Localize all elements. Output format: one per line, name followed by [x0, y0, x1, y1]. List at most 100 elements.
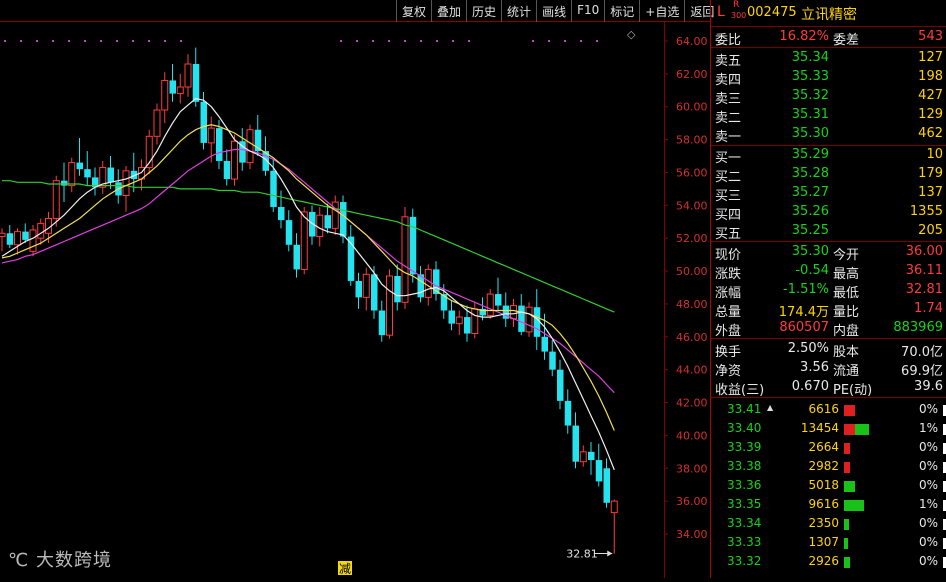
- bids-volume: 137: [918, 185, 943, 200]
- quote-label: 量比: [833, 305, 860, 320]
- signal-dot: [68, 40, 70, 42]
- fund-value: 0.670: [791, 379, 829, 394]
- kline-chart-area[interactable]: ◇ 64.00 62.00 60.00 58.00 56.00 54.00 52.00 50.0…: [0, 0, 714, 578]
- bids-row: 买四 35.26 1355: [711, 203, 946, 223]
- quote-label: 今开: [833, 248, 860, 263]
- y-tick-label: 54.00: [676, 199, 708, 212]
- sell-volume-bar: [844, 481, 855, 492]
- bids-price: 35.29: [791, 147, 829, 162]
- distribution-row[interactable]: 33.32 2926 0%: [711, 553, 946, 572]
- candle-body: [270, 170, 277, 207]
- quote-label: 现价: [715, 248, 742, 263]
- bids-label: 买一: [715, 151, 742, 166]
- signal-dot: [436, 40, 438, 42]
- candle-body: [525, 306, 533, 333]
- distribution-row[interactable]: 33.35 9616 1%: [711, 496, 946, 515]
- quote-row: 涨跌 -0.54 最高 36.11: [711, 262, 946, 282]
- quote-label: 涨跌: [715, 267, 742, 282]
- divider: [711, 397, 946, 398]
- bids-price: 35.25: [791, 223, 829, 238]
- quote-value: 35.30: [791, 244, 829, 259]
- distribution-row[interactable]: 33.39 2664 0%: [711, 439, 946, 458]
- bids-row: 买三 35.27 137: [711, 184, 946, 204]
- distribution-row[interactable]: 33.41 ▲ 6616 0%: [711, 401, 946, 420]
- toolbar-button[interactable]: 复权: [396, 0, 431, 22]
- quote-value: 883969: [893, 320, 943, 335]
- quote-label: 最高: [833, 267, 860, 282]
- asks-volume: 198: [918, 69, 943, 84]
- candle-body: [378, 310, 386, 336]
- signal-dot: [356, 40, 358, 42]
- candle-body: [192, 64, 200, 102]
- signal-dot: [84, 40, 86, 42]
- y-tick-label: 64.00: [676, 35, 708, 48]
- ma-line-green: [2, 180, 615, 313]
- candle-body: [510, 305, 517, 320]
- candle-body: [184, 63, 192, 88]
- stock-header: L R 300 002475 立讯精密: [711, 0, 946, 26]
- asks-price: 35.32: [791, 88, 829, 103]
- dist-percent: 0%: [919, 478, 939, 492]
- toolbar-button[interactable]: 历史: [466, 0, 501, 22]
- bids-label: 买三: [715, 189, 742, 204]
- dist-price: 33.39: [727, 440, 762, 454]
- buy-volume-bar: [844, 424, 855, 435]
- toolbar-button[interactable]: 统计: [501, 0, 536, 22]
- toolbar-button[interactable]: 画线: [536, 0, 571, 22]
- quote-label: 外盘: [715, 324, 742, 339]
- toolbar-button[interactable]: 标记: [604, 0, 639, 22]
- candle-body: [386, 275, 393, 336]
- divider: [711, 26, 946, 27]
- toolbar-button[interactable]: 叠加: [431, 0, 466, 22]
- toolbar-button[interactable]: +自选: [639, 0, 684, 22]
- dist-price: 33.32: [727, 554, 762, 568]
- candle-body: [557, 369, 564, 401]
- candle-body: [394, 275, 401, 303]
- candle-body: [300, 211, 308, 270]
- dist-volume: 2982: [808, 459, 839, 473]
- dist-price: 33.35: [727, 497, 762, 511]
- divider: [711, 338, 946, 339]
- distribution-row[interactable]: 33.38 2982 0%: [711, 458, 946, 477]
- dist-percent: 1%: [919, 421, 939, 435]
- distribution-row[interactable]: 33.40 13454 1%: [711, 420, 946, 439]
- signal-dot: [388, 40, 390, 42]
- dist-price: 33.41: [727, 402, 762, 416]
- dist-price: 33.38: [727, 459, 762, 473]
- bids-price: 35.26: [791, 204, 829, 219]
- bids-row: 买五 35.25 205: [711, 222, 946, 242]
- asks-row: 卖五 35.34 127: [711, 49, 946, 69]
- signal-dot: [404, 40, 406, 42]
- signal-dot: [468, 40, 470, 42]
- watermark-glyph: ℃: [8, 550, 30, 571]
- fund-label: 净资: [715, 364, 742, 379]
- asks-label: 卖一: [715, 130, 742, 145]
- toolbar-button[interactable]: F10: [571, 0, 604, 22]
- distribution-row[interactable]: 33.36 5018 0%: [711, 477, 946, 496]
- quote-row: 涨幅 -1.51% 最低 32.81: [711, 281, 946, 301]
- y-tick-label: 34.00: [676, 528, 708, 541]
- y-tick-label: 48.00: [676, 298, 708, 311]
- divider: [711, 241, 946, 242]
- distribution-row[interactable]: 33.34 2350 0%: [711, 515, 946, 534]
- quote-panel: L R 300 002475 立讯精密 委比 16.82% 委差 543 卖五 3…: [710, 0, 946, 578]
- kline-chart[interactable]: ◇ 64.00 62.00 60.00 58.00 56.00 54.00 52.00 50.0…: [0, 0, 710, 578]
- dist-volume: 6616: [808, 402, 839, 416]
- y-tick-label: 44.00: [676, 364, 708, 377]
- y-tick-label: 52.00: [676, 232, 708, 245]
- y-tick-label: 62.00: [676, 68, 708, 81]
- fund-label: 换手: [715, 345, 742, 360]
- quote-value: 32.81: [905, 282, 943, 297]
- watermark-text: 大数跨境: [35, 550, 112, 571]
- y-tick-label: 56.00: [676, 166, 708, 179]
- watermark-logo: ℃ 大数跨境: [8, 546, 112, 572]
- candle-body: [200, 101, 207, 143]
- quote-value: 860507: [779, 320, 829, 335]
- weibi-label: 委比: [715, 33, 742, 48]
- distribution-row[interactable]: 33.33 1307 0%: [711, 534, 946, 553]
- candle-body: [176, 86, 184, 95]
- signal-dot: [164, 40, 166, 42]
- signal-dot: [148, 40, 150, 42]
- bids-label: 买四: [715, 208, 742, 223]
- asks-row: 卖四 35.33 198: [711, 68, 946, 88]
